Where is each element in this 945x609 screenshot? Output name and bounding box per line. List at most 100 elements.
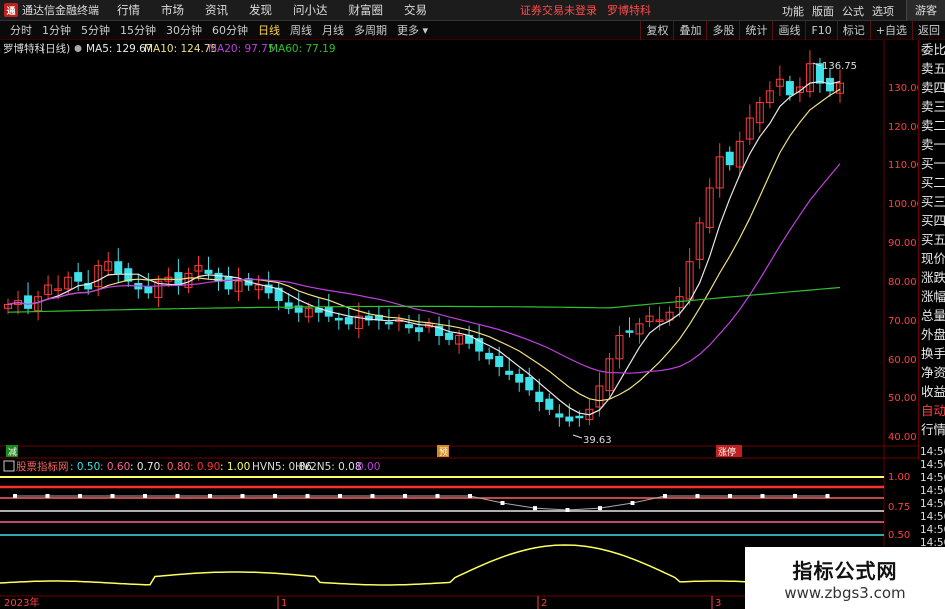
kline-chart[interactable]: 罗博特科 (日线) MA5: 129.67 MA10: 124.75 MA20:… — [0, 40, 945, 609]
candle-body — [144, 286, 153, 294]
period-15min[interactable]: 15分钟 — [120, 22, 156, 38]
candle-body — [495, 355, 504, 368]
period-60min[interactable]: 60分钟 — [212, 22, 248, 38]
ma20-label: MA20: 97.75 — [208, 43, 275, 55]
side-bid2[interactable]: 买二 — [919, 173, 945, 192]
hvn5-dot — [500, 501, 505, 505]
menu-ask[interactable]: 问小达 — [293, 2, 328, 18]
menu-wealth[interactable]: 财富圈 — [349, 2, 384, 18]
watermark-badge: 指标公式网 www.zbgs3.com — [745, 547, 945, 609]
menu-news[interactable]: 资讯 — [205, 2, 228, 18]
side-quotes[interactable]: 行情 — [919, 420, 945, 439]
tool-add-watchlist[interactable]: +自选 — [869, 21, 912, 40]
hvn5-dot — [728, 494, 732, 498]
ma60-label: MA60: 77.19 — [269, 43, 336, 55]
hvn5-dot — [305, 494, 310, 498]
login-notice[interactable]: 证券交易未登录 — [520, 2, 597, 18]
menu-discover[interactable]: 发现 — [249, 2, 272, 18]
period-weekly[interactable]: 周线 — [290, 22, 312, 38]
side-bid1[interactable]: 买一 — [919, 154, 945, 173]
side-ask5[interactable]: 卖五 — [919, 59, 945, 78]
hvn5-dot — [110, 494, 115, 498]
menu-layout[interactable]: 版面 — [812, 3, 834, 19]
menu-formula[interactable]: 公式 — [842, 3, 864, 19]
tool-mark[interactable]: 标记 — [836, 21, 870, 40]
hvn5-dot — [45, 494, 50, 498]
candle-body — [445, 332, 454, 340]
menu-options[interactable]: 选项 — [872, 3, 894, 19]
settings-dot-icon[interactable] — [74, 45, 82, 52]
tool-multi-stock[interactable]: 多股 — [706, 21, 739, 40]
side-turnover[interactable]: 换手 — [919, 344, 945, 363]
marker-limit-up: 涨停 — [718, 446, 736, 458]
hvn5-dot — [760, 494, 765, 498]
low-pointer — [572, 434, 583, 439]
indicator-param: : 0.50 — [70, 461, 100, 473]
hvn5-dot — [468, 494, 472, 498]
side-auto[interactable]: 自动 — [919, 401, 945, 420]
period-toolbar: 分时 1分钟 5分钟 15分钟 30分钟 60分钟 日线 周线 月线 多周期 更… — [0, 21, 945, 40]
chart-tools: 复权 叠加 多股 统计 画线 F10 标记 +自选 返回 — [640, 21, 945, 40]
stock-name: 罗博特科 — [3, 42, 45, 55]
indicator-collapse-icon[interactable] — [3, 460, 15, 472]
side-bid4[interactable]: 买四 — [919, 211, 945, 230]
period-more-label: 更多 — [397, 24, 419, 37]
tool-adjust[interactable]: 复权 — [640, 21, 673, 40]
period-more[interactable]: 更多 ▾ — [397, 22, 428, 38]
indicator-level: 0.75 — [888, 502, 910, 513]
side-nav[interactable]: 净资 — [919, 363, 945, 382]
candlestick-series — [4, 50, 844, 427]
side-ask3[interactable]: 卖三 — [919, 97, 945, 116]
hvn5-dot — [78, 494, 82, 498]
price-tick: 60.00 — [888, 355, 917, 366]
candle-body — [515, 373, 524, 383]
tool-overlay[interactable]: 叠加 — [673, 21, 706, 40]
period-1min[interactable]: 1分钟 — [42, 22, 71, 38]
side-ask1[interactable]: 卖一 — [919, 135, 945, 154]
menu-quotes[interactable]: 行情 — [117, 2, 140, 18]
side-ask4[interactable]: 卖四 — [919, 78, 945, 97]
side-change-pct[interactable]: 涨幅 — [919, 287, 945, 306]
side-order-ratio[interactable]: 委比 — [919, 40, 945, 59]
tool-stats[interactable]: 统计 — [739, 21, 772, 40]
candle-body — [535, 391, 544, 403]
tool-f10[interactable]: F10 — [805, 21, 836, 40]
time-label: 14:50 — [920, 498, 945, 510]
hvn5-dot — [208, 494, 212, 498]
indicator-param: : 1.00 — [220, 461, 250, 473]
side-change[interactable]: 涨跌 — [919, 268, 945, 287]
period-5min[interactable]: 5分钟 — [81, 22, 110, 38]
side-price[interactable]: 现价 — [919, 249, 945, 268]
time-label: 14:50 — [920, 524, 945, 536]
candle-body — [344, 317, 353, 325]
side-outer-vol[interactable]: 外盘 — [919, 325, 945, 344]
menu-function[interactable]: 功能 — [782, 3, 804, 19]
hvn5-dot — [338, 494, 342, 498]
tool-draw[interactable]: 画线 — [772, 21, 805, 40]
period-monthly[interactable]: 月线 — [322, 22, 344, 38]
app-title: 通达信金融终端 — [22, 4, 99, 17]
guest-button[interactable]: 游客 — [906, 0, 945, 21]
period-30min[interactable]: 30分钟 — [166, 22, 202, 38]
top-menu-bar: 通 通达信金融终端 行情 市场 资讯 发现 问小达 财富圈 交易 证券交易未登录… — [0, 0, 945, 21]
candle-body — [565, 416, 574, 422]
ma5-label: MA5: 129.67 — [86, 43, 153, 55]
period-multi[interactable]: 多周期 — [354, 22, 387, 38]
side-bid3[interactable]: 买三 — [919, 192, 945, 211]
moving-average-lines — [7, 80, 841, 416]
marker-reduce: 减 — [8, 446, 17, 458]
menu-market[interactable]: 市场 — [161, 2, 184, 18]
chevron-down-icon: ▾ — [419, 24, 429, 37]
hvn5-dot — [825, 494, 830, 498]
ma20-line — [7, 163, 841, 374]
indicator-extra: 0.00 — [357, 461, 380, 473]
side-bid5[interactable]: 买五 — [919, 230, 945, 249]
period-daily[interactable]: 日线 — [258, 22, 280, 38]
period-tick[interactable]: 分时 — [10, 22, 32, 38]
side-volume[interactable]: 总量 — [919, 306, 945, 325]
side-eps[interactable]: 收益 — [919, 382, 945, 401]
candle-body — [485, 352, 494, 360]
side-ask2[interactable]: 卖二 — [919, 116, 945, 135]
tool-back[interactable]: 返回 — [912, 21, 945, 40]
menu-trade[interactable]: 交易 — [404, 2, 427, 18]
